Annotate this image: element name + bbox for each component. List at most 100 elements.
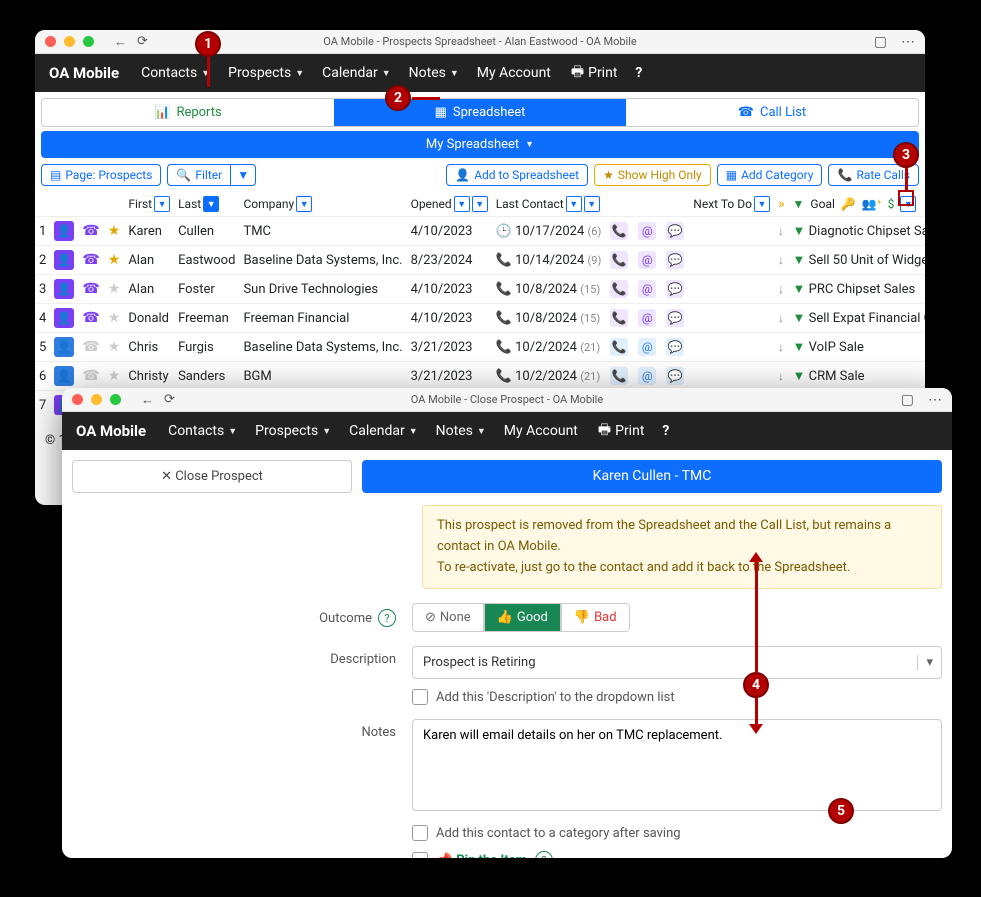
- menu-notes[interactable]: Notes▼: [403, 61, 465, 85]
- at-icon[interactable]: @: [637, 279, 657, 299]
- call-icon[interactable]: 📞: [609, 221, 629, 241]
- filter-icon[interactable]: ▼: [793, 197, 805, 211]
- person-icon[interactable]: 👤: [54, 308, 74, 328]
- call-icon[interactable]: 📞: [609, 337, 629, 357]
- menu-calendar[interactable]: Calendar▼: [343, 419, 423, 443]
- person-icon[interactable]: 👤: [54, 250, 74, 270]
- sort-icon[interactable]: ▼: [754, 196, 770, 212]
- table-row[interactable]: 5👤☎★ChrisFurgisBaseline Data Systems, In…: [35, 333, 925, 362]
- star-icon[interactable]: ★: [108, 368, 121, 384]
- sort-icon[interactable]: ▼: [472, 196, 488, 212]
- menu-myaccount[interactable]: My Account: [498, 419, 584, 443]
- sort-icon[interactable]: ▼: [154, 196, 170, 212]
- add-category-checkbox[interactable]: [412, 825, 428, 841]
- chat-icon[interactable]: 💬: [665, 308, 685, 328]
- tab-reports[interactable]: 📊Reports: [42, 99, 334, 126]
- menu-help[interactable]: ?: [656, 419, 675, 443]
- table-row[interactable]: 2👤☎★AlanEastwoodBaseline Data Systems, I…: [35, 246, 925, 275]
- arrow-down-icon[interactable]: ↓: [778, 253, 784, 267]
- sort-icon[interactable]: ▼: [296, 196, 312, 212]
- menu-contacts[interactable]: Contacts▼: [135, 61, 216, 85]
- add-category-button[interactable]: ▦Add Category: [717, 164, 823, 186]
- outcome-label: Outcome: [319, 611, 372, 626]
- phone-icon[interactable]: ☎: [82, 281, 99, 297]
- table-row[interactable]: 6👤☎★ChristySandersBGM3/21/2023📞 10/2/202…: [35, 362, 925, 391]
- filter-button[interactable]: 🔍Filter▼: [167, 164, 256, 186]
- tab-calllist[interactable]: ☎Call List: [626, 99, 918, 126]
- person-icon[interactable]: 👤: [54, 279, 74, 299]
- star-icon[interactable]: ★: [108, 281, 121, 297]
- menu-prospects[interactable]: Prospects▼: [222, 61, 310, 85]
- chat-icon[interactable]: 💬: [665, 337, 685, 357]
- close-prospect-button[interactable]: ✕ Close Prospect: [72, 460, 352, 493]
- chevrons-icon[interactable]: »: [778, 196, 785, 212]
- phone-icon[interactable]: ☎: [82, 252, 99, 268]
- add-description-checkbox[interactable]: [412, 689, 428, 705]
- sort-icon[interactable]: ▼: [454, 196, 470, 212]
- star-icon[interactable]: ★: [108, 223, 121, 239]
- cell-nexttodo: [689, 217, 774, 246]
- pin-checkbox[interactable]: [412, 852, 428, 858]
- at-icon[interactable]: @: [637, 337, 657, 357]
- cell-last: Sanders: [174, 362, 239, 391]
- star-icon[interactable]: ★: [108, 252, 121, 268]
- at-icon[interactable]: @: [637, 221, 657, 241]
- caret-icon[interactable]: ▼: [231, 165, 255, 185]
- arrow-down-icon[interactable]: ↓: [778, 369, 784, 383]
- menu-print[interactable]: 🖶Print: [592, 415, 651, 447]
- at-icon[interactable]: @: [637, 308, 657, 328]
- chat-icon[interactable]: 💬: [665, 250, 685, 270]
- arrow-down-icon[interactable]: ↓: [778, 340, 784, 354]
- my-spreadsheet-button[interactable]: My Spreadsheet▼: [41, 131, 919, 158]
- show-high-only-button[interactable]: ★Show High Only: [594, 164, 711, 186]
- person-icon[interactable]: 👤: [54, 221, 74, 241]
- phone-icon[interactable]: ☎: [82, 310, 99, 326]
- call-icon[interactable]: 📞: [609, 366, 629, 386]
- tab-spreadsheet[interactable]: ▦Spreadsheet: [334, 99, 626, 126]
- help-icon[interactable]: ?: [535, 851, 553, 858]
- add-to-spreadsheet-button[interactable]: 👤Add to Spreadsheet: [446, 164, 588, 186]
- table-row[interactable]: 3👤☎★AlanFosterSun Drive Technologies4/10…: [35, 275, 925, 304]
- menu-print[interactable]: 🖶Print: [565, 57, 624, 89]
- table-row[interactable]: 1👤☎★KarenCullenTMC4/10/2023🕒 10/17/2024 …: [35, 217, 925, 246]
- outcome-none[interactable]: ⊘None: [412, 603, 484, 632]
- arrow-down-icon[interactable]: ↓: [778, 224, 784, 238]
- phone-icon[interactable]: ☎: [82, 339, 99, 355]
- sort-icon[interactable]: ▼: [566, 196, 582, 212]
- cell-nexttodo: [689, 304, 774, 333]
- menu-help[interactable]: ?: [629, 61, 648, 85]
- chat-icon[interactable]: 💬: [665, 221, 685, 241]
- notes-textarea[interactable]: [412, 719, 942, 811]
- sort-icon[interactable]: ▼: [203, 196, 219, 212]
- cell-goal: ▼ PRC Chipset Sales: [789, 275, 925, 304]
- chat-icon[interactable]: 💬: [665, 279, 685, 299]
- funnel-icon: ▼: [793, 369, 806, 384]
- outcome-bad[interactable]: 👎Bad: [561, 603, 630, 632]
- phone-icon[interactable]: ☎: [82, 223, 99, 239]
- person-icon[interactable]: 👤: [54, 337, 74, 357]
- call-icon[interactable]: 📞: [609, 308, 629, 328]
- star-icon[interactable]: ★: [108, 339, 121, 355]
- person-icon[interactable]: 👤: [54, 366, 74, 386]
- cell-opened: 8/23/2024: [407, 246, 492, 275]
- chat-icon[interactable]: 💬: [665, 366, 685, 386]
- description-select[interactable]: Prospect is Retiring: [412, 646, 942, 679]
- at-icon[interactable]: @: [637, 366, 657, 386]
- phone-icon[interactable]: ☎: [82, 368, 99, 384]
- arrow-down-icon[interactable]: ↓: [778, 282, 784, 296]
- call-icon[interactable]: 📞: [609, 279, 629, 299]
- outcome-good[interactable]: 👍Good: [484, 603, 561, 632]
- arrow-down-icon[interactable]: ↓: [778, 311, 784, 325]
- table-row[interactable]: 4👤☎★DonaldFreemanFreeman Financial4/10/2…: [35, 304, 925, 333]
- call-icon[interactable]: 📞: [609, 250, 629, 270]
- menu-notes[interactable]: Notes▼: [430, 419, 492, 443]
- page-prospects-button[interactable]: ▤Page: Prospects: [41, 164, 161, 186]
- menu-prospects[interactable]: Prospects▼: [249, 419, 337, 443]
- sort-icon[interactable]: ▼: [584, 196, 600, 212]
- at-icon[interactable]: @: [637, 250, 657, 270]
- menu-calendar[interactable]: Calendar▼: [316, 61, 396, 85]
- menu-myaccount[interactable]: My Account: [471, 61, 557, 85]
- star-icon[interactable]: ★: [108, 310, 121, 326]
- menu-contacts[interactable]: Contacts▼: [162, 419, 243, 443]
- help-icon[interactable]: ?: [378, 609, 396, 627]
